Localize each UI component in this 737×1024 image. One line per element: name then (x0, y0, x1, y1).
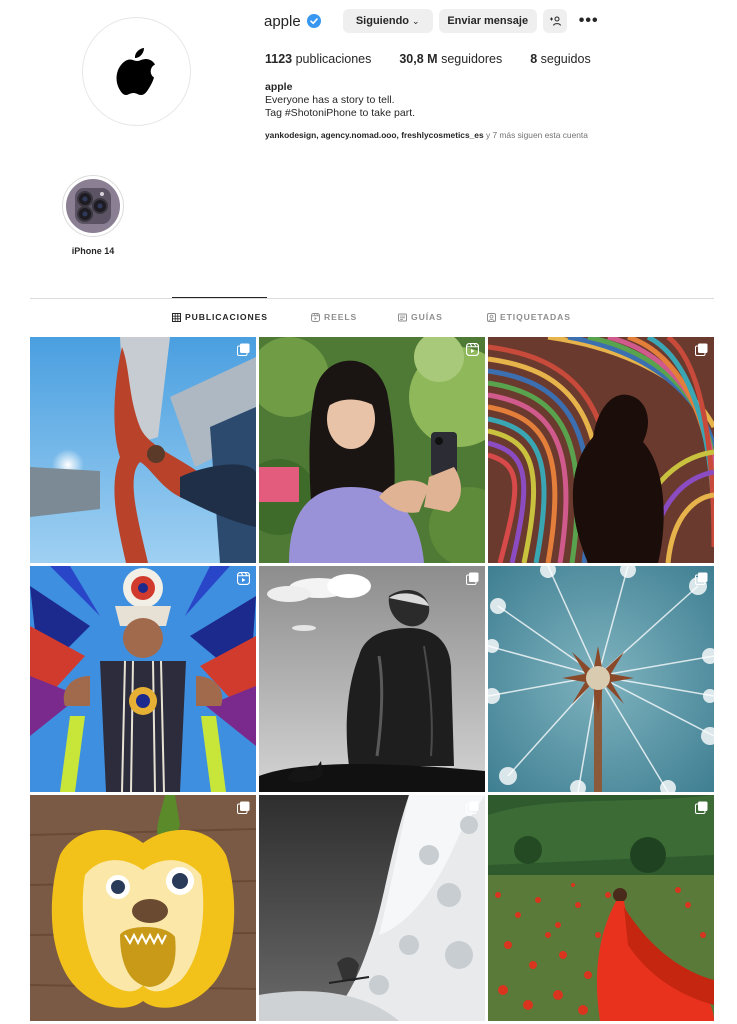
carousel-icon (695, 572, 708, 585)
highlight-cover (66, 179, 120, 233)
tab-label: PUBLICACIONES (185, 312, 268, 322)
more-options-icon[interactable]: ••• (579, 12, 599, 30)
following-button[interactable]: Siguiendo ⌄ (342, 9, 433, 33)
post-tile[interactable] (30, 337, 256, 563)
carousel-icon (695, 343, 708, 356)
post-tile[interactable] (30, 795, 256, 1021)
bio-line: Tag #ShotoniPhone to take part. (265, 107, 416, 119)
followers-label: seguidores (441, 52, 503, 66)
carousel-icon (466, 801, 479, 814)
posts-count: 1123 (265, 52, 293, 66)
posts-grid (30, 337, 714, 1021)
tab-label: GUÍAS (411, 312, 443, 322)
reels-icon (311, 312, 320, 322)
tab-guides[interactable]: GUÍAS (398, 312, 443, 322)
add-user-icon (549, 16, 561, 26)
grid-icon (172, 312, 181, 322)
reel-icon (466, 343, 479, 356)
reel-icon (237, 572, 250, 585)
carousel-icon (466, 572, 479, 585)
post-tile[interactable] (259, 337, 485, 563)
posts-label: publicaciones (295, 52, 372, 66)
profile-username: apple (264, 12, 301, 30)
iphone-camera-thumbnail (66, 179, 120, 233)
following-count: 8 (530, 52, 538, 66)
profile-avatar[interactable] (82, 17, 191, 126)
active-tab-indicator (172, 297, 267, 298)
tab-reels[interactable]: REELS (311, 312, 357, 322)
post-image (259, 795, 485, 1021)
post-image (488, 337, 714, 563)
post-tile[interactable] (488, 566, 714, 792)
tab-tagged[interactable]: ETIQUETADAS (487, 312, 571, 322)
chevron-down-icon: ⌄ (412, 15, 420, 26)
post-image (488, 795, 714, 1021)
post-image (30, 795, 256, 1021)
following-button-label: Siguiendo (355, 15, 410, 27)
post-tile[interactable] (259, 795, 485, 1021)
followed-by-rest: y 7 más siguen esta cuenta (485, 130, 588, 140)
post-tile[interactable] (488, 795, 714, 1021)
profile-header-row: apple Siguiendo ⌄ Enviar mensaje ••• (264, 9, 599, 33)
tagged-icon (487, 312, 496, 322)
following-label: seguidos (540, 52, 591, 66)
guides-icon (398, 313, 407, 321)
tab-label: ETIQUETADAS (500, 312, 571, 322)
following-stat[interactable]: 8 seguidos (530, 52, 590, 66)
story-highlight[interactable]: iPhone 14 (62, 175, 124, 256)
carousel-icon (237, 343, 250, 356)
post-image (259, 337, 485, 563)
followers-count: 30,8 M (399, 52, 438, 66)
bio-name: apple (265, 81, 293, 93)
apple-logo-icon (116, 47, 155, 95)
post-tile[interactable] (30, 566, 256, 792)
tab-posts[interactable]: PUBLICACIONES (172, 312, 268, 322)
tab-label: REELS (324, 312, 358, 322)
followed-by[interactable]: yankodesign, agency.nomad.ooo, freshlyco… (265, 130, 588, 140)
highlight-label: iPhone 14 (71, 246, 115, 256)
highlight-ring (62, 175, 124, 237)
send-message-button[interactable]: Enviar mensaje (438, 9, 537, 33)
profile-stats: 1123 publicaciones 30,8 M seguidores 8 s… (265, 52, 619, 66)
post-tile[interactable] (488, 337, 714, 563)
profile-tabs: PUBLICACIONES REELS GUÍAS ETIQUETADAS (30, 312, 714, 326)
post-tile[interactable] (259, 566, 485, 792)
followed-by-names: yankodesign, agency.nomad.ooo, freshlyco… (265, 130, 484, 140)
bio-line: Everyone has a story to tell. (265, 94, 395, 106)
verified-badge-icon (306, 14, 321, 28)
carousel-icon (237, 801, 250, 814)
followers-stat[interactable]: 30,8 M seguidores (399, 52, 502, 66)
tabs-divider (30, 298, 714, 299)
posts-stat: 1123 publicaciones (265, 52, 371, 66)
post-image (30, 337, 256, 563)
profile-bio: apple Everyone has a story to tell. Tag … (265, 81, 415, 120)
post-image (259, 566, 485, 792)
suggested-users-button[interactable] (542, 9, 567, 33)
post-image (488, 566, 714, 792)
carousel-icon (695, 801, 708, 814)
post-image (30, 566, 256, 792)
